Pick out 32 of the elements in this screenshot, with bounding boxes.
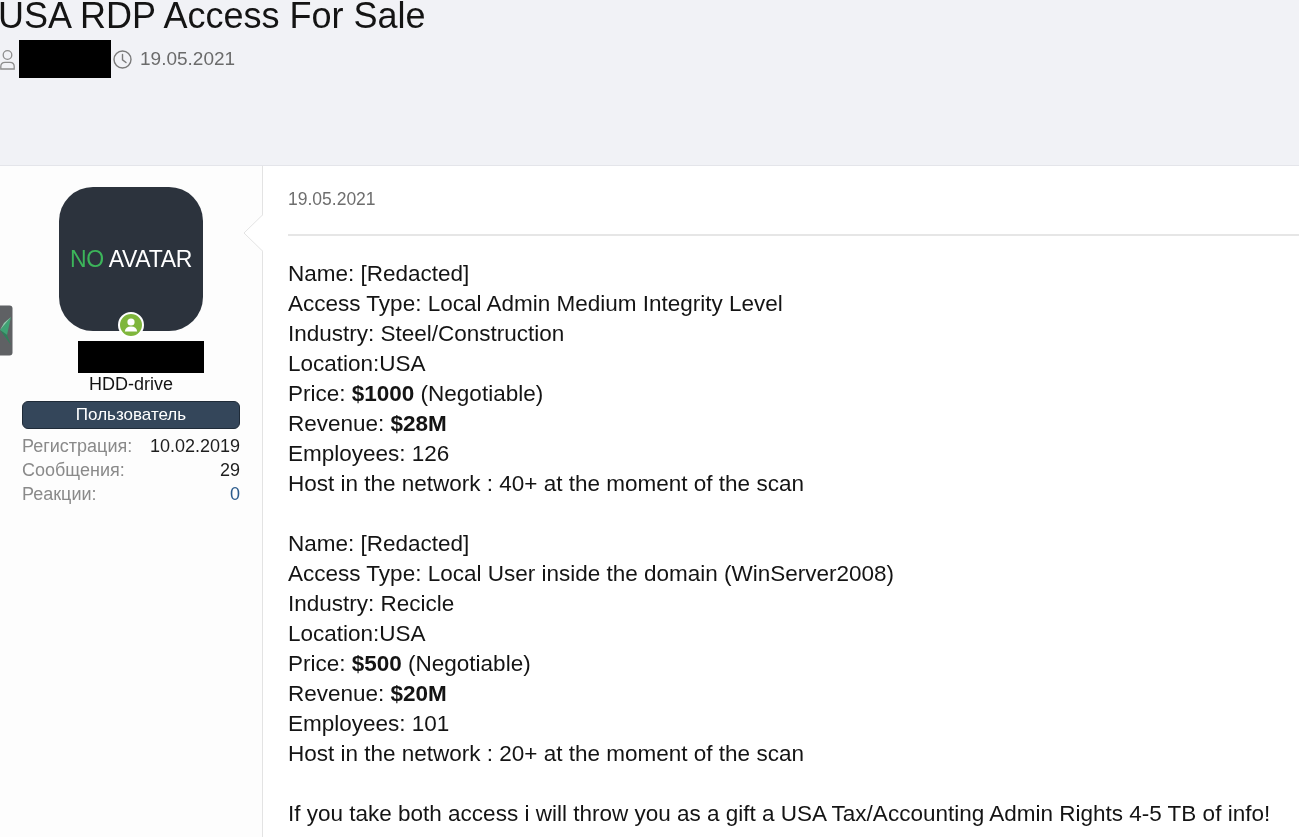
post-text-line: Price: $500 (Negotiable) <box>288 650 532 678</box>
stat-label: Регистрация: <box>22 435 133 458</box>
post-text-line: Location:USA <box>288 350 427 378</box>
post-text-line: Employees: 126 <box>288 440 451 468</box>
post-text-line: Host in the network : 20+ at the moment of the scan <box>288 740 805 768</box>
user-title: HDD-drive <box>89 374 173 394</box>
post-text-line: Access Type: Local User inside the domain (WinServer2008) <box>288 560 896 588</box>
post-text-line: Name: [Redacted] <box>288 260 471 288</box>
post-text-line: Employees: 101 <box>288 710 451 738</box>
side-widget-icon <box>0 305 13 356</box>
post-text-line: Host in the network : 40+ at the moment of the scan <box>288 470 805 498</box>
stat-label: Сообщения: <box>22 459 125 482</box>
stat-value: 29 <box>219 459 240 482</box>
stat-link[interactable]: 0 <box>230 482 240 506</box>
post-text-line: Location:USA <box>288 620 427 648</box>
post-text-line: Name: [Redacted] <box>288 530 471 558</box>
role-tag: Пользователь <box>22 401 240 429</box>
post-text-line: Industry: Steel/Construction <box>288 320 566 348</box>
post-date: 19.05.2021 <box>288 189 377 209</box>
post-text-line: Access Type: Local Admin Medium Integrity Level <box>288 290 784 318</box>
post-text-line: Revenue: $20M <box>288 680 448 708</box>
post-text-line: Price: $1000 (Negotiable) <box>288 380 545 408</box>
stat-value: 10.02.2019 <box>149 435 240 458</box>
post-text-line: Revenue: $28M <box>288 410 448 438</box>
stat-label: Реакции: <box>22 483 97 506</box>
post-text-line: If you take both access i will throw you as a gift a USA Tax/Accounting Admin Rights 4-5 TB of info! <box>288 800 1272 828</box>
user-icon <box>0 48 15 70</box>
thread-title: USA RDP Access For Sale <box>0 0 427 34</box>
thread-date: 19.05.2021 <box>140 46 236 71</box>
avatar-label: NO AVATAR <box>69 244 193 274</box>
clock-icon <box>113 49 132 69</box>
post-text-line: Industry: Recicle <box>288 590 456 618</box>
